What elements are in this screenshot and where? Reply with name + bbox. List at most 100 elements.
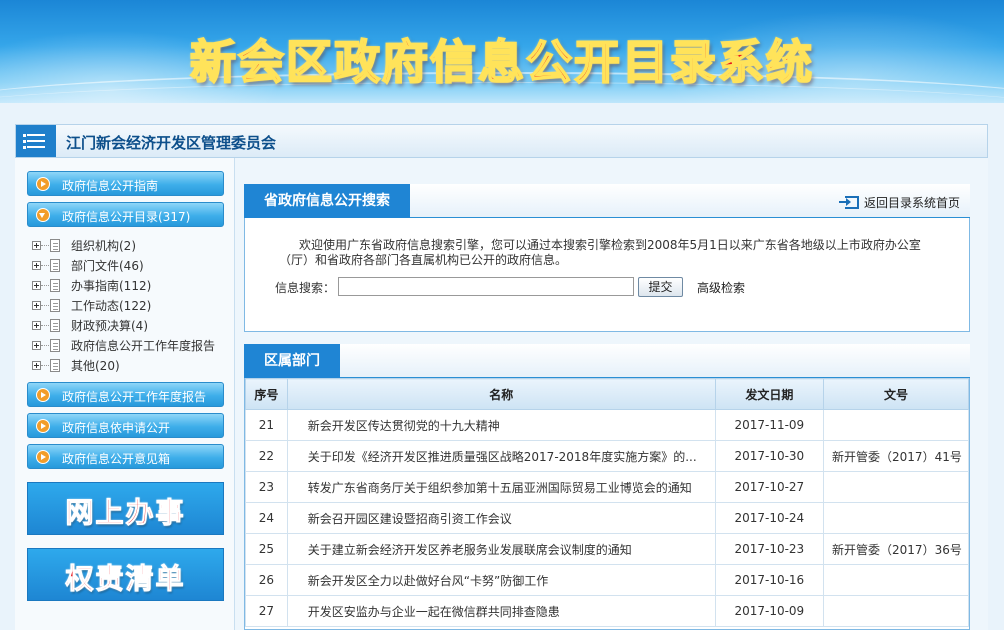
advanced-search-link[interactable]: 高级检索 — [697, 279, 745, 296]
expand-icon[interactable] — [32, 261, 41, 270]
expand-icon[interactable] — [32, 341, 41, 350]
row-date: 2017-10-27 — [714, 471, 825, 503]
row-index: 21 — [245, 409, 288, 441]
table-row: 21 新会开发区传达贯彻党的十九大精神 2017-11-09 — [245, 409, 969, 441]
search-panel: 欢迎使用广东省政府信息搜索引擎，您可以通过本搜索引擎检索到2008年5月1日以来… — [244, 218, 970, 332]
dept-tab[interactable]: 区属部门 — [244, 344, 340, 378]
expand-icon[interactable] — [32, 281, 41, 290]
catalog-tree: 组织机构(2) 部门文件(46) 办事指南(112) 工作动态(122) 财政预… — [29, 236, 234, 376]
expand-icon[interactable] — [32, 301, 41, 310]
row-doc-no: 新开管委（2017）36号 — [823, 533, 969, 565]
row-title-link[interactable]: 新会开发区全力以赴做好台风“卡努”防御工作 — [286, 564, 716, 596]
promo-label: 权责清单 — [65, 562, 186, 596]
nav-guide-button[interactable]: 政府信息公开指南 — [27, 171, 224, 196]
row-date: 2017-10-09 — [714, 595, 825, 627]
table-row: 24 新会召开园区建设暨招商引资工作会议 2017-10-24 — [245, 502, 969, 534]
row-doc-no — [823, 471, 969, 503]
document-table: 序号 名称 发文日期 文号 21 新会开发区传达贯彻党的十九大精神 2017-1… — [244, 378, 970, 630]
table-row: 25 关于建立新会经济开发区养老服务业发展联席会议制度的通知 2017-10-2… — [245, 533, 969, 565]
nav-label: 政府信息依申请公开 — [62, 421, 171, 435]
power-list-banner[interactable]: 权责清单 — [27, 548, 224, 601]
org-bar: 江门新会经济开发区管理委员会 — [15, 124, 988, 158]
row-date: 2017-11-09 — [714, 409, 825, 441]
document-icon — [50, 339, 60, 352]
search-label: 信息搜索： — [275, 281, 336, 295]
main-content: 省政府信息公开搜索 返回目录系统首页 欢迎使用广东省政府信息搜索引擎，您可以通过… — [235, 158, 988, 630]
online-service-banner[interactable]: 网上办事 — [27, 482, 224, 535]
search-intro: 欢迎使用广东省政府信息搜索引擎，您可以通过本搜索引擎检索到2008年5月1日以来… — [299, 238, 921, 252]
arrow-right-icon — [36, 419, 50, 433]
tree-item[interactable]: 其他(20) — [29, 356, 234, 376]
row-title-link[interactable]: 关于印发《经济开发区推进质量强区战略2017-2018年度实施方案》的... — [286, 440, 716, 472]
col-header-idx: 序号 — [245, 378, 288, 410]
site-title: 新会区政府信息公开目录系统 — [189, 34, 814, 90]
tree-item-label[interactable]: 办事指南(112) — [71, 276, 151, 296]
table-row: 22 关于印发《经济开发区推进质量强区战略2017-2018年度实施方案》的..… — [245, 440, 969, 472]
arrow-down-icon — [36, 208, 50, 222]
tree-item[interactable]: 部门文件(46) — [29, 256, 234, 276]
tree-item[interactable]: 工作动态(122) — [29, 296, 234, 316]
sidebar: 政府信息公开指南 政府信息公开目录(317) 组织机构(2) 部门文件(46) … — [15, 158, 235, 630]
list-icon — [16, 125, 56, 157]
document-icon — [50, 239, 60, 252]
submit-button[interactable]: 提交 — [638, 277, 683, 297]
row-index: 24 — [245, 502, 288, 534]
search-tab: 省政府信息公开搜索 — [244, 184, 410, 218]
search-section-header: 省政府信息公开搜索 返回目录系统首页 — [244, 184, 970, 218]
nav-label: 政府信息公开目录(317) — [62, 210, 191, 224]
tree-item-label[interactable]: 部门文件(46) — [71, 256, 144, 276]
tree-item[interactable]: 政府信息公开工作年度报告 — [29, 336, 234, 356]
row-index: 26 — [245, 564, 288, 596]
tree-item-label[interactable]: 政府信息公开工作年度报告 — [71, 336, 215, 356]
row-date: 2017-10-23 — [714, 533, 825, 565]
row-title-link[interactable]: 关于建立新会经济开发区养老服务业发展联席会议制度的通知 — [286, 533, 716, 565]
row-index: 23 — [245, 471, 288, 503]
row-index: 22 — [245, 440, 288, 472]
nav-feedback-button[interactable]: 政府信息公开意见箱 — [27, 444, 224, 469]
row-doc-no: 新开管委（2017）41号 — [823, 440, 969, 472]
promo-label: 网上办事 — [65, 496, 186, 530]
row-title-link[interactable]: 转发广东省商务厅关于组织参加第十五届亚洲国际贸易工业博览会的通知 — [286, 471, 716, 503]
search-intro-cont: （厅）和省政府各部门各直属机构已公开的政府信息。 — [279, 253, 568, 267]
tree-item[interactable]: 财政预决算(4) — [29, 316, 234, 336]
arrow-right-icon — [36, 177, 50, 191]
document-icon — [50, 299, 60, 312]
nav-label: 政府信息公开工作年度报告 — [62, 390, 207, 404]
row-doc-no — [823, 595, 969, 627]
tree-item-label[interactable]: 财政预决算(4) — [71, 316, 148, 336]
row-index: 25 — [245, 533, 288, 565]
row-date: 2017-10-30 — [714, 440, 825, 472]
expand-icon[interactable] — [32, 361, 41, 370]
arrow-right-icon — [36, 388, 50, 402]
search-input[interactable] — [338, 277, 634, 296]
nav-apply-button[interactable]: 政府信息依申请公开 — [27, 413, 224, 438]
back-to-home-link[interactable]: 返回目录系统首页 — [838, 194, 960, 211]
dept-section-header: 区属部门 — [244, 344, 970, 378]
row-title-link[interactable]: 新会召开园区建设暨招商引资工作会议 — [286, 502, 716, 534]
expand-icon[interactable] — [32, 321, 41, 330]
tree-item-label[interactable]: 其他(20) — [71, 356, 120, 376]
tree-item[interactable]: 办事指南(112) — [29, 276, 234, 296]
nav-catalog-button[interactable]: 政府信息公开目录(317) — [27, 202, 224, 227]
nav-label: 政府信息公开指南 — [62, 179, 159, 193]
row-title-link[interactable]: 开发区安监办与企业一起在微信群共同排查隐患 — [286, 595, 716, 627]
table-row: 23 转发广东省商务厅关于组织参加第十五届亚洲国际贸易工业博览会的通知 2017… — [245, 471, 969, 503]
nav-annual-report-button[interactable]: 政府信息公开工作年度报告 — [27, 382, 224, 407]
row-doc-no — [823, 502, 969, 534]
row-date: 2017-10-24 — [714, 502, 825, 534]
col-header-doc-no: 文号 — [823, 378, 969, 410]
document-icon — [50, 259, 60, 272]
table-row: 26 新会开发区全力以赴做好台风“卡努”防御工作 2017-10-16 — [245, 564, 969, 596]
expand-icon[interactable] — [32, 241, 41, 250]
tree-item-label[interactable]: 工作动态(122) — [71, 296, 151, 316]
row-index: 27 — [245, 595, 288, 627]
row-doc-no — [823, 409, 969, 441]
tree-item-label[interactable]: 组织机构(2) — [71, 236, 136, 256]
row-date: 2017-10-16 — [714, 564, 825, 596]
document-icon — [50, 319, 60, 332]
header-banner: 新会区政府信息公开目录系统 — [0, 0, 1004, 103]
tree-item[interactable]: 组织机构(2) — [29, 236, 234, 256]
table-row: 27 开发区安监办与企业一起在微信群共同排查隐患 2017-10-09 — [245, 595, 969, 627]
row-title-link[interactable]: 新会开发区传达贯彻党的十九大精神 — [286, 409, 716, 441]
back-link-label[interactable]: 返回目录系统首页 — [864, 196, 960, 210]
